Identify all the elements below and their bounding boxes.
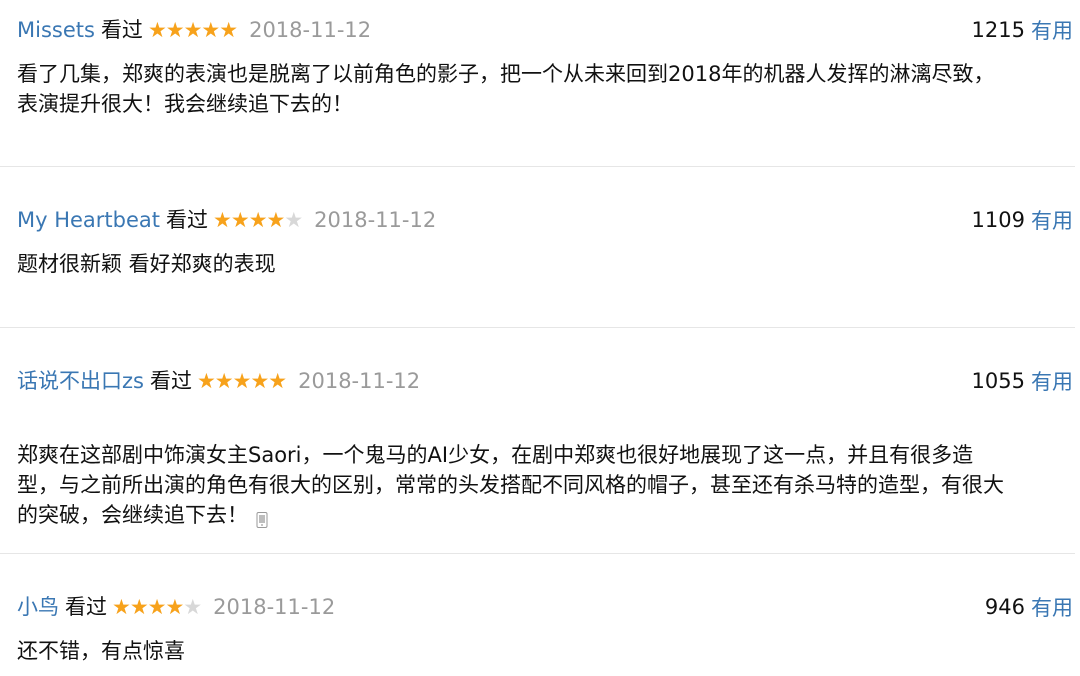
review-content: 郑爽在这部剧中饰演女主Saori，一个鬼马的AI少女，在剧中郑爽也很好地展现了这… (17, 410, 1067, 530)
divider (0, 166, 1075, 167)
rating-stars: ★ ★ ★ ★ ★ (112, 592, 202, 622)
star-icon: ★ (147, 595, 167, 619)
star-empty-icon: ★ (183, 595, 202, 619)
review-date: 2018-11-12 (314, 208, 437, 232)
rating-stars: ★ ★ ★ ★ ★ (213, 205, 303, 235)
username-link[interactable]: My Heartbeat (17, 205, 160, 235)
review-content: 还不错，有点惊喜 (17, 639, 185, 663)
star-icon: ★ (196, 369, 216, 393)
review-date: 2018-11-12 (298, 369, 421, 393)
useful-button[interactable]: 有用 (1031, 205, 1073, 235)
star-icon: ★ (266, 208, 286, 232)
vote-area: 1109 有用 (972, 205, 1073, 235)
star-empty-icon: ★ (284, 208, 303, 232)
watch-status: 看过 (100, 18, 143, 42)
review-item: My Heartbeat 看过 ★ ★ ★ ★ ★ 2018-11-12 110… (0, 205, 1075, 315)
star-icon: ★ (219, 18, 238, 42)
rating-stars: ★ ★ ★ ★ ★ (196, 366, 287, 396)
star-icon: ★ (201, 18, 220, 42)
review-content: 题材很新颖 看好郑爽的表现 (17, 252, 276, 276)
star-icon: ★ (165, 18, 185, 42)
review-date: 2018-11-12 (213, 595, 336, 619)
review-item: Missets 看过 ★ ★ ★ ★ ★ 2018-11-12 1215 有用 … (0, 15, 1075, 155)
review-date: 2018-11-12 (249, 18, 372, 42)
star-icon: ★ (250, 369, 269, 393)
watch-status: 看过 (149, 369, 192, 393)
star-icon: ★ (183, 18, 203, 42)
star-icon: ★ (147, 18, 167, 42)
star-icon: ★ (165, 595, 184, 619)
star-icon: ★ (232, 369, 252, 393)
divider (0, 553, 1075, 554)
star-icon: ★ (112, 595, 131, 619)
review-item: 话说不出口zs 看过 ★ ★ ★ ★ ★ 2018-11-12 1055 有用 … (0, 366, 1075, 536)
mobile-icon (256, 506, 268, 528)
divider (0, 327, 1075, 328)
username-link[interactable]: 小鸟 (17, 592, 59, 622)
vote-area: 946 有用 (985, 592, 1073, 622)
review-content: 看了几集，郑爽的表演也是脱离了以前角色的影子，把一个从未来回到2018年的机器人… (17, 62, 995, 116)
review-content-text: 郑爽在这部剧中饰演女主Saori，一个鬼马的AI少女，在剧中郑爽也很好地展现了这… (17, 443, 1004, 527)
vote-count: 1215 (971, 18, 1025, 42)
vote-area: 1215 有用 (972, 15, 1073, 45)
star-icon: ★ (248, 208, 268, 232)
useful-button[interactable]: 有用 (1031, 366, 1073, 396)
review-meta: 小鸟 看过 ★ ★ ★ ★ ★ 2018-11-12 (17, 592, 335, 622)
rating-stars: ★ ★ ★ ★ ★ (147, 15, 238, 45)
review-list: Missets 看过 ★ ★ ★ ★ ★ 2018-11-12 1215 有用 … (0, 0, 1080, 676)
username-link[interactable]: 话说不出口zs (17, 366, 144, 396)
watch-status: 看过 (65, 595, 107, 619)
star-icon: ★ (213, 208, 232, 232)
star-icon: ★ (129, 595, 149, 619)
star-icon: ★ (230, 208, 250, 232)
watch-status: 看过 (166, 208, 209, 232)
vote-area: 1055 有用 (972, 366, 1073, 396)
vote-count: 1055 (971, 369, 1025, 393)
star-icon: ★ (214, 369, 234, 393)
username-link[interactable]: Missets (17, 15, 95, 45)
useful-button[interactable]: 有用 (1031, 15, 1073, 45)
vote-count: 946 (984, 595, 1025, 619)
review-meta: 话说不出口zs 看过 ★ ★ ★ ★ ★ 2018-11-12 (17, 366, 420, 396)
vote-count: 1109 (971, 208, 1025, 232)
star-icon: ★ (268, 369, 287, 393)
review-item: 小鸟 看过 ★ ★ ★ ★ ★ 2018-11-12 946 有用 还不错，有点… (0, 592, 1075, 672)
review-meta: My Heartbeat 看过 ★ ★ ★ ★ ★ 2018-11-12 (17, 205, 436, 235)
useful-button[interactable]: 有用 (1031, 592, 1073, 622)
review-meta: Missets 看过 ★ ★ ★ ★ ★ 2018-11-12 (17, 15, 371, 45)
